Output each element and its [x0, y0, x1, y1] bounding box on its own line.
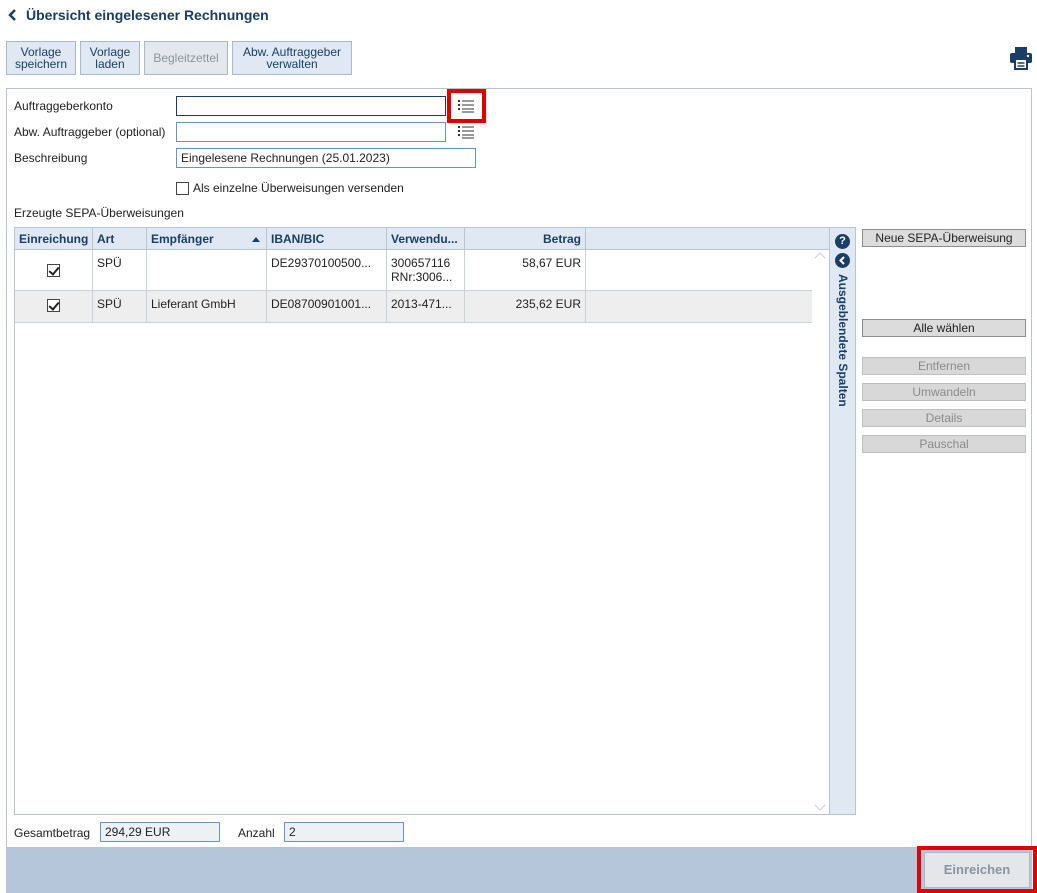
type-cell: SPÜ	[93, 250, 147, 290]
load-template-button[interactable]: Vorlage laden	[80, 41, 140, 75]
account-label: Auftraggeberkonto	[14, 99, 113, 113]
scroll-up-icon[interactable]	[814, 252, 826, 264]
flat-fee-button: Pauschal	[862, 435, 1026, 453]
column-header-recipient-label: Empfänger	[151, 232, 214, 246]
row-checkbox[interactable]	[47, 299, 60, 312]
grid-title: Erzeugte SEPA-Überweisungen	[14, 206, 184, 220]
amount-cell: 58,67 EUR	[465, 250, 586, 290]
table-row[interactable]: SPÜ DE29370100500... 300657116 RNr:3006.…	[15, 250, 812, 291]
column-header-iban[interactable]: IBAN/BIC	[267, 228, 387, 250]
submit-button: Einreichen	[924, 852, 1030, 888]
save-template-button[interactable]: Vorlage speichern	[6, 41, 76, 75]
select-all-button[interactable]: Alle wählen	[862, 319, 1026, 337]
account-input[interactable]	[176, 96, 446, 116]
count-label: Anzahl	[238, 826, 275, 840]
type-cell: SPÜ	[93, 291, 147, 322]
purpose-line-1: 300657116	[391, 256, 451, 270]
alt-payer-picker-button[interactable]	[454, 122, 478, 142]
single-transfers-option[interactable]: Als einzelne Überweisungen versenden	[176, 181, 404, 195]
purpose-line-2: RNr:3006...	[391, 270, 453, 284]
description-label: Beschreibung	[14, 151, 88, 165]
iban-cell: DE08700901001...	[267, 291, 387, 322]
recipient-cell	[147, 250, 267, 290]
chevron-left-icon[interactable]	[835, 253, 850, 268]
count-value: 2	[284, 822, 404, 842]
column-header-recipient[interactable]: Empfänger	[147, 228, 267, 250]
amount-cell: 235,62 EUR	[465, 291, 586, 322]
back-chevron-icon[interactable]	[6, 8, 20, 22]
single-transfers-label: Als einzelne Überweisungen versenden	[193, 181, 404, 195]
details-button: Details	[862, 409, 1026, 427]
column-header-amount[interactable]: Betrag	[465, 228, 586, 250]
purpose-cell: 300657116 RNr:3006...	[387, 250, 465, 290]
account-picker-button[interactable]	[454, 96, 478, 116]
list-picker-icon	[458, 100, 474, 113]
alt-payer-input[interactable]	[176, 122, 446, 142]
vertical-scrollbar[interactable]	[812, 250, 829, 814]
column-header-type[interactable]: Art	[93, 228, 147, 250]
column-header-submission[interactable]: Einreichung	[15, 228, 93, 250]
purpose-cell: 2013-471...	[387, 291, 465, 322]
submission-cell[interactable]	[15, 291, 93, 322]
alt-payer-label: Abw. Auftraggeber (optional)	[14, 125, 166, 139]
transfers-grid: Einreichung Art Empfänger IBAN/BIC Verwe…	[14, 227, 830, 815]
sort-ascending-icon	[252, 237, 260, 242]
main-panel: Auftraggeberkonto Abw. Auftraggeber (opt…	[6, 88, 1032, 848]
list-picker-icon	[458, 126, 474, 139]
cover-note-button: Begleitzettel	[144, 41, 228, 75]
description-input[interactable]	[176, 148, 476, 168]
manage-payer-button[interactable]: Abw. Auftraggeber verwalten	[232, 41, 352, 75]
submission-cell[interactable]	[15, 250, 93, 290]
remove-button: Entfernen	[862, 357, 1026, 375]
page-header: Übersicht eingelesener Rechnungen	[6, 5, 269, 25]
hidden-columns-panel[interactable]: ? Ausgeblendete Spalten	[829, 227, 856, 815]
page-title: Übersicht eingelesener Rechnungen	[26, 7, 269, 23]
footer-bar	[6, 848, 1032, 893]
recipient-cell: Lieferant GmbH	[147, 291, 267, 322]
new-sepa-transfer-button[interactable]: Neue SEPA-Überweisung	[862, 229, 1026, 247]
scroll-down-icon[interactable]	[814, 799, 826, 811]
help-icon[interactable]: ?	[835, 234, 850, 249]
convert-button: Umwandeln	[862, 383, 1026, 401]
total-label: Gesamtbetrag	[14, 826, 91, 840]
hidden-columns-label: Ausgeblendete Spalten	[836, 274, 850, 407]
iban-cell: DE29370100500...	[267, 250, 387, 290]
toolbar: Vorlage speichern Vorlage laden Begleitz…	[6, 41, 352, 75]
total-value: 294,29 EUR	[100, 822, 220, 842]
grid-header: Einreichung Art Empfänger IBAN/BIC Verwe…	[15, 228, 829, 250]
printer-icon[interactable]	[1008, 45, 1034, 71]
table-row[interactable]: SPÜ Lieferant GmbH DE08700901001... 2013…	[15, 291, 812, 323]
column-header-purpose[interactable]: Verwendu...	[387, 228, 465, 250]
row-checkbox[interactable]	[47, 264, 60, 277]
single-transfers-checkbox[interactable]	[176, 181, 189, 195]
